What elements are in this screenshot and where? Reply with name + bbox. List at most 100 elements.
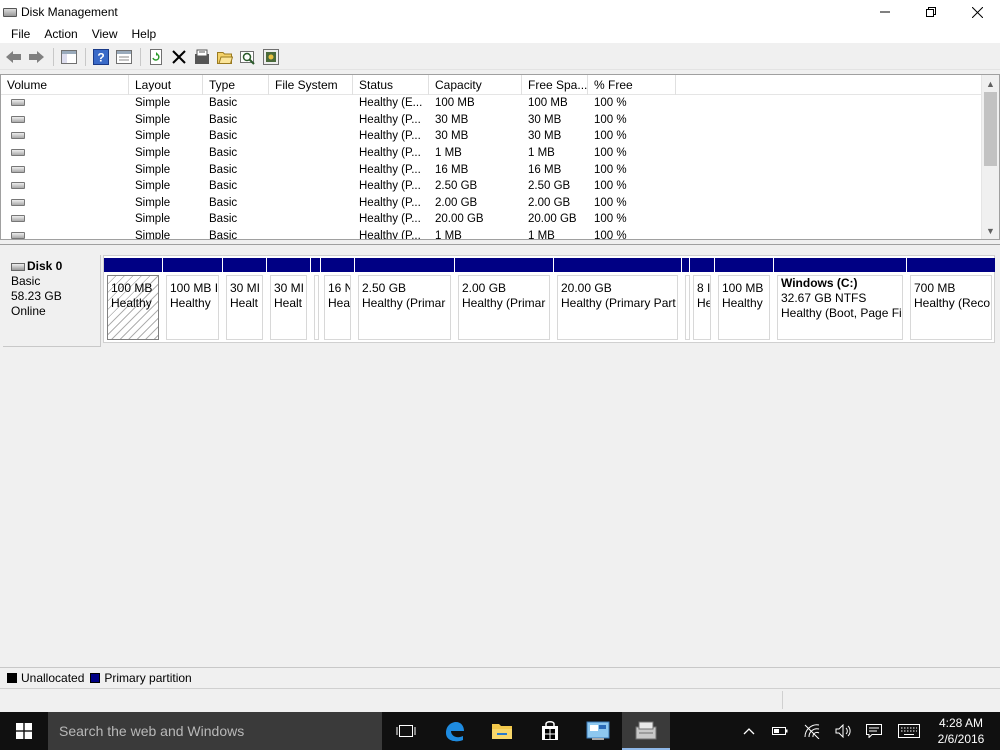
partition-status: Healthy (Boot, Page Fil xyxy=(781,306,902,320)
close-button[interactable] xyxy=(954,0,1000,24)
disk-management-taskbar-button[interactable] xyxy=(622,712,670,750)
help-button[interactable]: ? xyxy=(91,47,111,67)
open-icon xyxy=(217,51,233,64)
free-cell: 1 MB xyxy=(528,230,555,240)
taskbar-clock[interactable]: 4:28 AM 2/6/2016 xyxy=(926,715,996,747)
legend-swatch-primary xyxy=(90,672,101,683)
legend-label-primary: Primary partition xyxy=(104,670,192,685)
type-cell: Basic xyxy=(209,147,238,160)
partition-size: 100 MB I xyxy=(170,281,218,295)
partition-block[interactable] xyxy=(311,258,320,342)
partition-block[interactable]: 2.50 GB Healthy (Primar xyxy=(355,258,454,342)
back-button[interactable] xyxy=(4,47,24,67)
menu-file[interactable]: File xyxy=(5,27,38,41)
partition-block[interactable]: 2.00 GB Healthy (Primar xyxy=(455,258,553,342)
type-cell: Basic xyxy=(209,180,238,193)
legend-label-unallocated: Unallocated xyxy=(21,670,85,685)
table-row[interactable]: Simple Basic Healthy (P... 2.50 GB 2.50 GB 10… xyxy=(1,178,981,195)
partition-block[interactable]: 30 MI Healt xyxy=(267,258,310,342)
capacity-cell: 1 MB xyxy=(435,230,462,240)
partition-block[interactable]: 8 IHe xyxy=(690,258,714,342)
settings-button[interactable] xyxy=(261,47,281,67)
table-row[interactable]: Simple Basic Healthy (P... 30 MB 30 MB 100 % xyxy=(1,112,981,129)
volume-list-scrollbar[interactable]: ▲ ▼ xyxy=(981,75,999,239)
table-row[interactable]: Simple Basic Healthy (P... 2.00 GB 2.00 GB 10… xyxy=(1,195,981,212)
action-center-button[interactable] xyxy=(860,712,888,750)
column-header-free-space[interactable]: Free Spa... xyxy=(522,75,588,95)
battery-button[interactable] xyxy=(766,712,794,750)
column-header-capacity[interactable]: Capacity xyxy=(429,75,522,95)
partition-block[interactable]: 100 MB Healthy xyxy=(104,258,162,342)
restore-button[interactable] xyxy=(908,0,954,24)
pct-cell: 100 % xyxy=(594,113,627,126)
file-explorer-button[interactable] xyxy=(478,712,526,750)
partition-body: 20.00 GB Healthy (Primary Part xyxy=(557,275,678,340)
disk-type: Basic xyxy=(11,274,41,288)
legend-swatch-unallocated xyxy=(7,672,17,683)
column-header-layout[interactable]: Layout xyxy=(129,75,203,95)
store-button[interactable] xyxy=(526,712,574,750)
scroll-thumb[interactable] xyxy=(984,92,997,166)
forward-button[interactable] xyxy=(27,47,47,67)
column-header-percent-free[interactable]: % Free xyxy=(588,75,676,95)
partition-block[interactable]: 16 NHea xyxy=(321,258,354,342)
disk-0-label[interactable]: Disk 0 Basic 58.23 GB Online xyxy=(3,255,101,347)
menu-view[interactable]: View xyxy=(86,27,126,41)
table-row[interactable]: Simple Basic Healthy (P... 1 MB 1 MB 100 % xyxy=(1,228,981,240)
status-bar xyxy=(0,688,1000,710)
table-row[interactable]: Simple Basic Healthy (P... 16 MB 16 MB 100 % xyxy=(1,161,981,178)
disk-name: Disk 0 xyxy=(11,259,100,274)
partition-block[interactable]: 100 MB Healthy xyxy=(715,258,773,342)
column-header-type[interactable]: Type xyxy=(203,75,269,95)
menu-action[interactable]: Action xyxy=(38,27,85,41)
partition-block[interactable] xyxy=(682,258,690,342)
volume-cell xyxy=(1,97,129,109)
help-icon: ? xyxy=(93,48,109,65)
partition-block[interactable]: 20.00 GB Healthy (Primary Part xyxy=(554,258,681,342)
taskbar: Search the web and Windows 4:28 AM 2/6/2… xyxy=(0,712,1000,750)
capacity-cell: 2.50 GB xyxy=(435,180,478,193)
menu-help[interactable]: Help xyxy=(126,27,165,41)
partition-body: 100 MB Healthy xyxy=(107,275,159,340)
touch-keyboard-button[interactable] xyxy=(894,712,924,750)
scroll-up-arrow[interactable]: ▲ xyxy=(982,75,999,92)
volume-cell xyxy=(1,147,129,159)
table-row[interactable]: Simple Basic Healthy (E... 100 MB 100 MB 100 … xyxy=(1,95,981,112)
properties-button[interactable] xyxy=(114,47,134,67)
scroll-down-arrow[interactable]: ▼ xyxy=(982,222,999,239)
disk-icon xyxy=(11,262,25,271)
start-button[interactable] xyxy=(0,712,48,750)
partition-status: He xyxy=(697,296,710,310)
search-button[interactable] xyxy=(238,47,258,67)
open-button[interactable] xyxy=(215,47,235,67)
table-row[interactable]: Simple Basic Healthy (P... 30 MB 30 MB 100 % xyxy=(1,128,981,145)
show-hidden-icons-button[interactable] xyxy=(736,712,762,750)
table-row[interactable]: Simple Basic Healthy (P... 20.00 GB 20.00 GB… xyxy=(1,211,981,228)
column-header-file-system[interactable]: File System xyxy=(269,75,353,95)
format-button[interactable] xyxy=(192,47,212,67)
pct-cell: 100 % xyxy=(594,230,627,240)
minimize-button[interactable] xyxy=(862,0,908,24)
task-view-button[interactable] xyxy=(382,712,430,750)
disk-management-icon xyxy=(635,721,657,740)
volume-button[interactable] xyxy=(830,712,858,750)
capacity-cell: 100 MB xyxy=(435,97,475,110)
control-panel-button[interactable] xyxy=(574,712,622,750)
taskbar-search-box[interactable]: Search the web and Windows xyxy=(48,712,382,750)
partition-block[interactable]: 30 MI Healt xyxy=(223,258,266,342)
partition-type-bar xyxy=(455,258,553,272)
column-header-volume[interactable]: Volume xyxy=(1,75,129,95)
refresh-button[interactable] xyxy=(146,47,166,67)
partition-status: Healthy (Reco xyxy=(914,296,991,310)
partition-block[interactable]: 700 MB Healthy (Reco xyxy=(907,258,995,342)
network-button[interactable] xyxy=(798,712,826,750)
capacity-cell: 30 MB xyxy=(435,130,469,143)
column-header-status[interactable]: Status xyxy=(353,75,429,95)
console-tree-button[interactable] xyxy=(59,47,79,67)
delete-button[interactable] xyxy=(169,47,189,67)
table-row[interactable]: Simple Basic Healthy (P... 1 MB 1 MB 100 % xyxy=(1,145,981,162)
partition-status: Healthy xyxy=(722,296,763,310)
partition-block[interactable]: Windows (C:) 32.67 GB NTFS Healthy (Boot, … xyxy=(774,258,906,342)
partition-block[interactable]: 100 MB I Healthy xyxy=(163,258,222,342)
edge-button[interactable] xyxy=(430,712,478,750)
